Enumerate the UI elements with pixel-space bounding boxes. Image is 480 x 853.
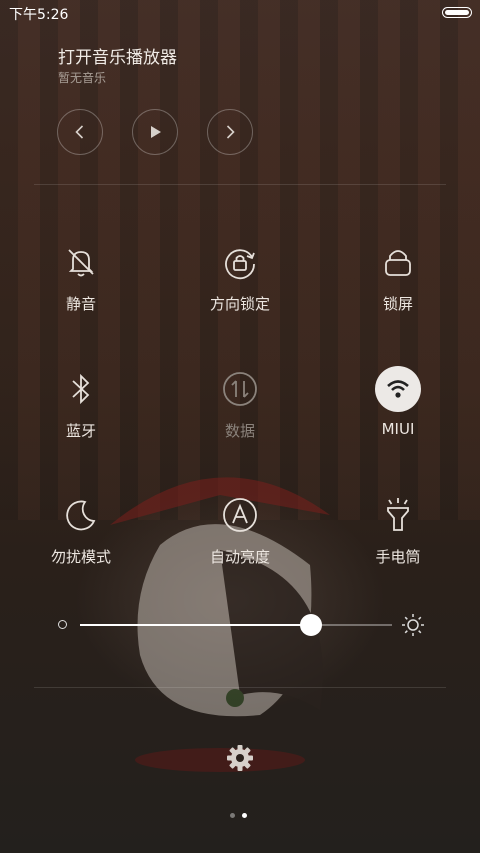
toggle-rotation-lock[interactable]: 方向锁定 [180, 239, 300, 314]
next-icon [226, 125, 235, 139]
page-dot [242, 813, 247, 818]
bell-off-icon [58, 239, 104, 285]
brightness-track[interactable] [80, 614, 392, 636]
toggle-label: 锁屏 [382, 295, 413, 313]
toggle-flashlight[interactable]: 手电筒 [338, 492, 458, 567]
toggle-do-not-disturb[interactable]: 勿扰模式 [21, 492, 141, 567]
music-player-subtitle: 暂无音乐 [58, 71, 107, 85]
battery-icon [442, 7, 472, 18]
toggle-mute[interactable]: 静音 [21, 239, 141, 314]
toggle-label: 自动亮度 [209, 548, 270, 566]
divider-top [34, 184, 446, 185]
status-bar: 下午5:26 [0, 0, 480, 26]
auto-brightness-icon [217, 492, 263, 538]
toggle-label: 方向锁定 [209, 295, 270, 313]
rotation-lock-icon [217, 239, 263, 285]
page-indicator [230, 813, 250, 819]
toggle-wifi[interactable]: MIUI [338, 366, 458, 438]
status-time: 下午5:26 [9, 7, 69, 23]
toggle-mobile-data[interactable]: 数据 [180, 366, 300, 441]
flashlight-icon [375, 492, 421, 538]
toggle-label: 勿扰模式 [50, 548, 111, 566]
mobile-data-icon [217, 366, 263, 412]
settings-gear-icon[interactable] [225, 743, 255, 773]
brightness-slider[interactable] [56, 612, 428, 638]
toggle-label: 数据 [224, 422, 255, 440]
previous-track-button[interactable] [57, 109, 103, 155]
previous-icon [75, 125, 84, 139]
brightness-low-icon [58, 620, 67, 629]
play-icon [151, 126, 161, 138]
toggle-label: 蓝牙 [65, 422, 96, 440]
brightness-fill [80, 624, 311, 626]
divider-bottom [34, 687, 446, 688]
page-dot [230, 813, 235, 818]
music-player-title[interactable]: 打开音乐播放器 [58, 43, 177, 68]
brightness-knob[interactable] [299, 614, 322, 636]
toggle-bluetooth[interactable]: 蓝牙 [21, 366, 141, 441]
brightness-high-icon [402, 614, 424, 636]
toggle-label: MIUI [381, 420, 415, 438]
wifi-icon [375, 366, 421, 412]
toggle-label: 手电筒 [375, 548, 421, 566]
toggle-auto-brightness[interactable]: 自动亮度 [180, 492, 300, 567]
play-button[interactable] [132, 109, 178, 155]
lock-icon [375, 239, 421, 285]
bluetooth-icon [58, 366, 104, 412]
toggle-lock-screen[interactable]: 锁屏 [338, 239, 458, 314]
toggle-label: 静音 [65, 295, 96, 313]
moon-icon [58, 492, 104, 538]
next-track-button[interactable] [207, 109, 253, 155]
